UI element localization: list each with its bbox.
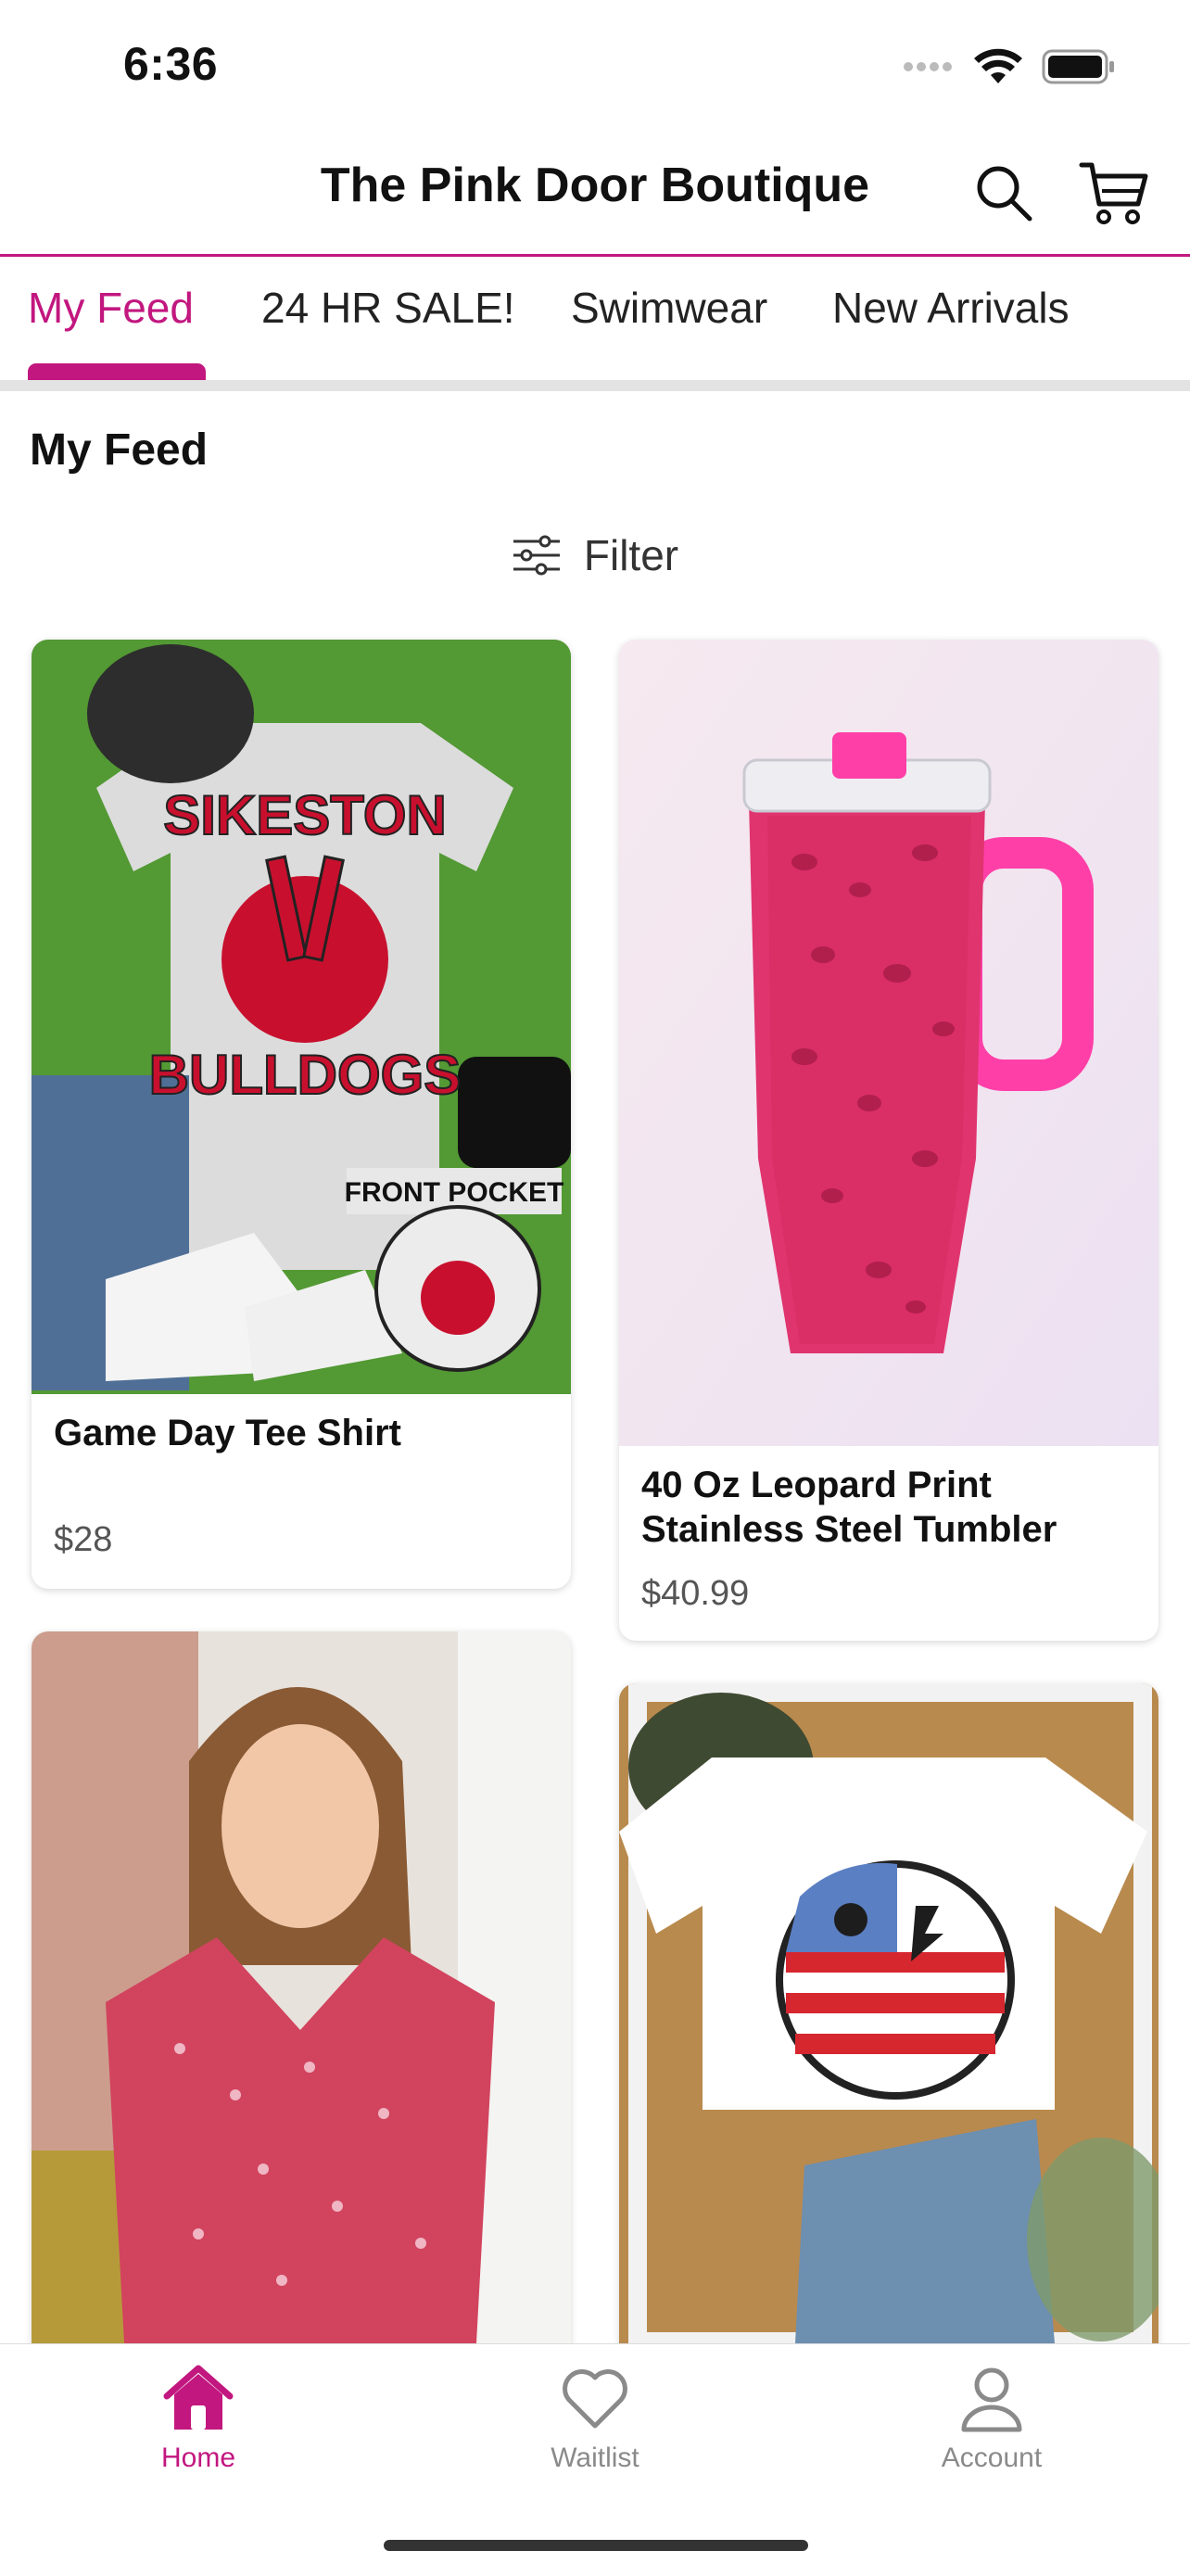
product-name: Game Day Tee Shirt — [54, 1413, 401, 1453]
header-actions — [973, 159, 1149, 226]
product-price: $40.99 — [641, 1574, 750, 1613]
filter-button[interactable]: Filter — [0, 530, 1190, 580]
category-tabs: My Feed 24 HR SALE! Swimwear New Arrival… — [0, 283, 1190, 375]
nav-waitlist-label: Waitlist — [551, 2443, 639, 2473]
tabs-fade — [1094, 283, 1190, 375]
status-time: 6:36 — [123, 38, 219, 90]
tab-my-feed[interactable]: My Feed — [28, 283, 194, 333]
product-card[interactable]: 40 Oz Leopard Print Stainless Steel Tumb… — [619, 640, 1158, 1641]
battery-icon — [1042, 49, 1114, 84]
product-name: 40 Oz Leopard Print Stainless Steel Tumb… — [641, 1465, 1057, 1550]
header-divider — [0, 254, 1190, 257]
svg-text:SIKESTON: SIKESTON — [163, 784, 447, 846]
search-icon[interactable] — [973, 162, 1034, 223]
account-icon — [961, 2367, 1022, 2432]
smiley-tee-photo — [619, 1683, 1158, 2343]
nav-account[interactable]: Account — [899, 2363, 1084, 2474]
filter-label: Filter — [583, 531, 679, 579]
heart-icon — [563, 2369, 627, 2429]
product-card[interactable]: SIKESTON BULLDOGS FRONT POCKET Game Day … — [32, 640, 571, 1589]
tab-24hr-sale[interactable]: 24 HR SALE! — [261, 283, 515, 333]
svg-text:BULLDOGS: BULLDOGS — [149, 1044, 462, 1106]
nav-account-label: Account — [941, 2443, 1043, 2473]
filter-sliders-icon — [513, 535, 560, 576]
tee-shirt-photo: SIKESTON BULLDOGS FRONT POCKET — [32, 640, 571, 1394]
wifi-icon — [974, 48, 1022, 83]
tabs-divider — [0, 380, 1190, 391]
cart-icon[interactable] — [1079, 159, 1149, 226]
tab-swimwear[interactable]: Swimwear — [571, 283, 767, 333]
svg-text:FRONT POCKET: FRONT POCKET — [345, 1177, 564, 1208]
product-card[interactable] — [32, 1631, 571, 2373]
tumbler-photo — [619, 640, 1158, 1446]
tab-new-arrivals[interactable]: New Arrivals — [832, 283, 1070, 333]
status-icons — [903, 48, 1116, 85]
nav-home[interactable]: Home — [106, 2363, 291, 2474]
home-indicator — [384, 2540, 808, 2551]
nav-waitlist[interactable]: Waitlist — [502, 2363, 688, 2474]
home-icon — [163, 2365, 234, 2430]
floral-top-photo — [32, 1631, 571, 2343]
nav-home-label: Home — [160, 2443, 236, 2473]
product-price: $28 — [54, 1520, 113, 1559]
feed-title: My Feed — [30, 425, 209, 475]
product-card[interactable] — [619, 1683, 1158, 2373]
active-tab-indicator — [28, 363, 206, 380]
signal-icon — [904, 62, 952, 71]
